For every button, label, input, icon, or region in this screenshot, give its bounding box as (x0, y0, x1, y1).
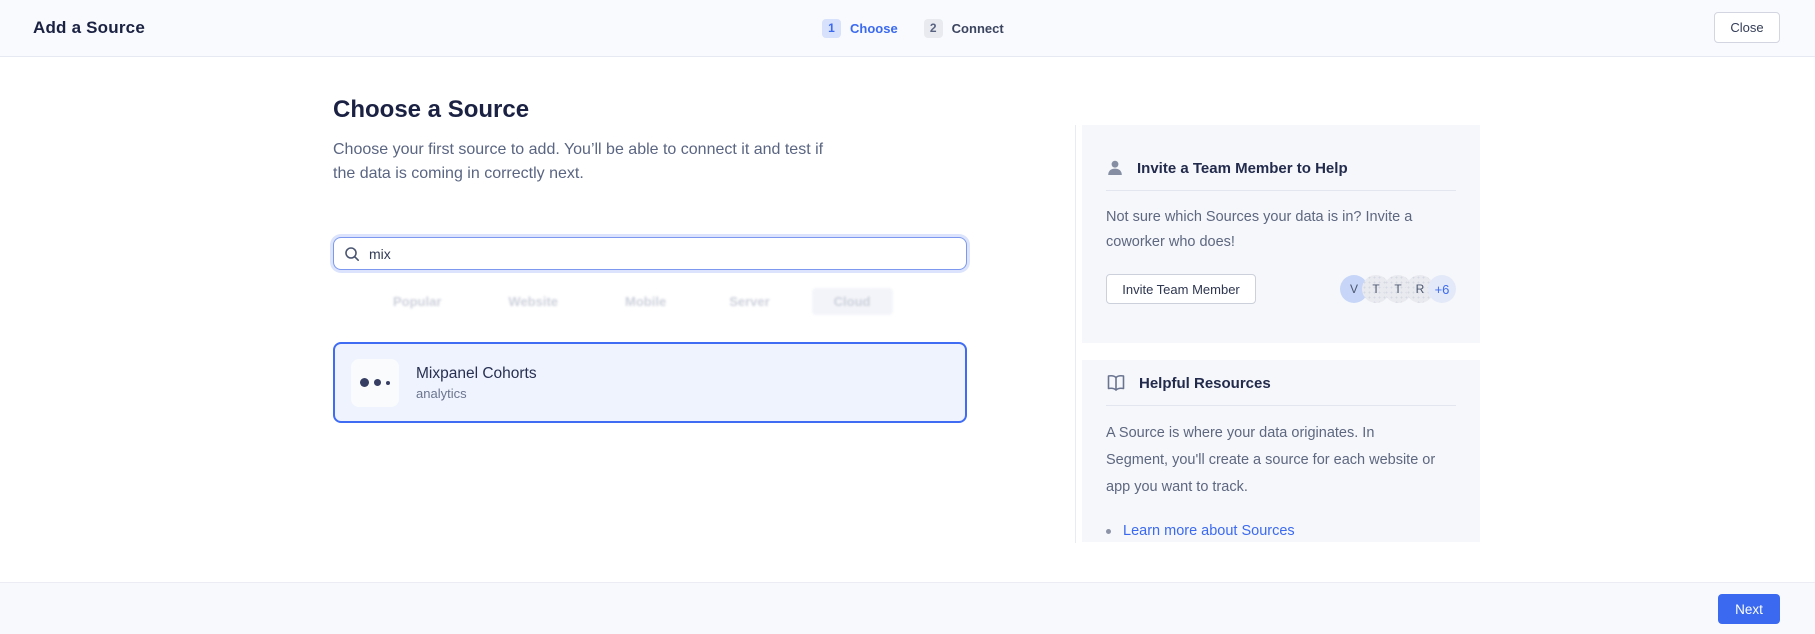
invite-team-member-panel: Invite a Team Member to Help Not sure wh… (1082, 125, 1480, 343)
result-category: analytics (416, 386, 537, 401)
list-bullet (1106, 529, 1111, 534)
logo-dot-medium (374, 379, 381, 386)
book-icon (1106, 374, 1126, 392)
category-tabs: Popular Website Mobile Server Cloud (347, 288, 967, 314)
main-content: Choose a Source Choose your first source… (333, 96, 967, 536)
close-button[interactable]: Close (1714, 12, 1780, 43)
logo-dot-large (360, 378, 369, 387)
invite-panel-title: Invite a Team Member to Help (1137, 160, 1348, 177)
bottom-bar: Next (0, 582, 1815, 634)
content-sidebar-divider (1075, 125, 1076, 543)
helpful-resources-panel: Helpful Resources A Source is where your… (1082, 360, 1480, 542)
step-choose-label: Choose (850, 21, 898, 36)
tab-server[interactable]: Server (719, 289, 779, 314)
page-description: Choose your first source to add. You’ll … (333, 138, 845, 186)
step-connect-label: Connect (952, 21, 1004, 36)
resources-panel-title: Helpful Resources (1139, 375, 1271, 392)
search-input[interactable] (369, 246, 956, 262)
tab-popular[interactable]: Popular (383, 289, 451, 314)
resources-panel-header: Helpful Resources (1106, 360, 1456, 392)
step-choose-number: 1 (822, 19, 841, 38)
tab-website[interactable]: Website (498, 289, 568, 314)
panel-divider (1106, 190, 1456, 191)
window-title: Add a Source (33, 0, 145, 56)
wizard-stepper: 1 Choose 2 Connect (822, 0, 1004, 56)
result-name: Mixpanel Cohorts (416, 365, 537, 383)
search-icon (344, 246, 360, 262)
invite-team-member-button[interactable]: Invite Team Member (1106, 274, 1256, 304)
learn-more-sources-link[interactable]: Learn more about Sources (1123, 523, 1295, 539)
mixpanel-dots-logo (351, 359, 399, 407)
team-avatar-stack: V T T R +6 (1340, 275, 1456, 303)
person-icon (1106, 159, 1124, 177)
page-title: Choose a Source (333, 96, 529, 124)
step-connect-number: 2 (924, 19, 943, 38)
resources-link-list: Learn more about Sources (1106, 523, 1456, 539)
logo-dot-small (386, 381, 390, 385)
tab-cloud[interactable]: Cloud (812, 288, 893, 315)
invite-panel-body: Not sure which Sources your data is in? … (1106, 205, 1440, 255)
top-bar: Add a Source 1 Choose 2 Connect Close (0, 0, 1815, 57)
step-choose: 1 Choose (822, 19, 898, 38)
source-result-mixpanel-cohorts[interactable]: Mixpanel Cohorts analytics (333, 342, 967, 423)
step-connect: 2 Connect (924, 19, 1004, 38)
invite-panel-header: Invite a Team Member to Help (1106, 125, 1456, 177)
panel-divider (1106, 405, 1456, 406)
next-button[interactable]: Next (1718, 594, 1780, 624)
result-meta: Mixpanel Cohorts analytics (416, 365, 537, 401)
source-search-box (333, 237, 967, 270)
avatar-overflow-count: +6 (1428, 275, 1456, 303)
tab-mobile[interactable]: Mobile (615, 289, 676, 314)
invite-action-row: Invite Team Member V T T R +6 (1106, 274, 1456, 304)
resources-link-item: Learn more about Sources (1106, 523, 1456, 539)
resources-panel-body: A Source is where your data originates. … (1106, 420, 1440, 501)
